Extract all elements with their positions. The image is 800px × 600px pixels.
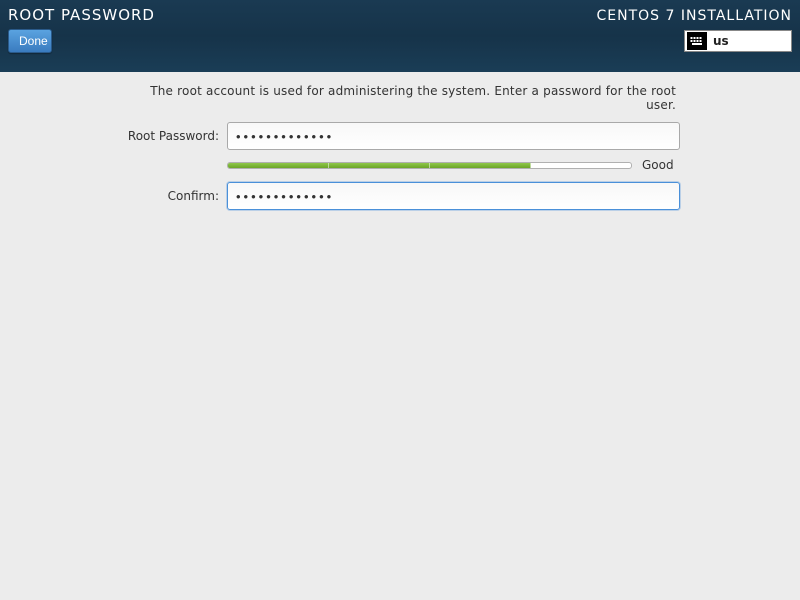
- content: The root account is used for administeri…: [0, 72, 800, 218]
- install-title: CENTOS 7 INSTALLATION: [597, 8, 792, 24]
- header-left: ROOT PASSWORD Done: [8, 0, 155, 72]
- strength-segment-4: [531, 163, 631, 168]
- root-password-row: Root Password:: [120, 122, 680, 150]
- strength-segment-3: [430, 163, 531, 168]
- page-title: ROOT PASSWORD: [8, 6, 155, 24]
- strength-segment-2: [329, 163, 430, 168]
- header-right: CENTOS 7 INSTALLATION us: [597, 0, 792, 72]
- strength-segment-1: [228, 163, 329, 168]
- confirm-label: Confirm:: [120, 189, 227, 203]
- keyboard-selector[interactable]: us: [684, 30, 792, 52]
- root-password-label: Root Password:: [120, 129, 227, 143]
- keyboard-layout-label: us: [713, 34, 729, 48]
- form-area: The root account is used for administeri…: [120, 84, 680, 218]
- strength-row: Good: [120, 158, 680, 172]
- done-button[interactable]: Done: [8, 29, 52, 53]
- description-text: The root account is used for administeri…: [120, 84, 680, 112]
- keyboard-icon: [687, 32, 707, 50]
- strength-meter: [227, 162, 632, 169]
- confirm-row: Confirm:: [120, 182, 680, 210]
- header: ROOT PASSWORD Done CENTOS 7 INSTALLATION: [0, 0, 800, 72]
- strength-label: Good: [642, 158, 680, 172]
- root-password-input[interactable]: [227, 122, 680, 150]
- confirm-input[interactable]: [227, 182, 680, 210]
